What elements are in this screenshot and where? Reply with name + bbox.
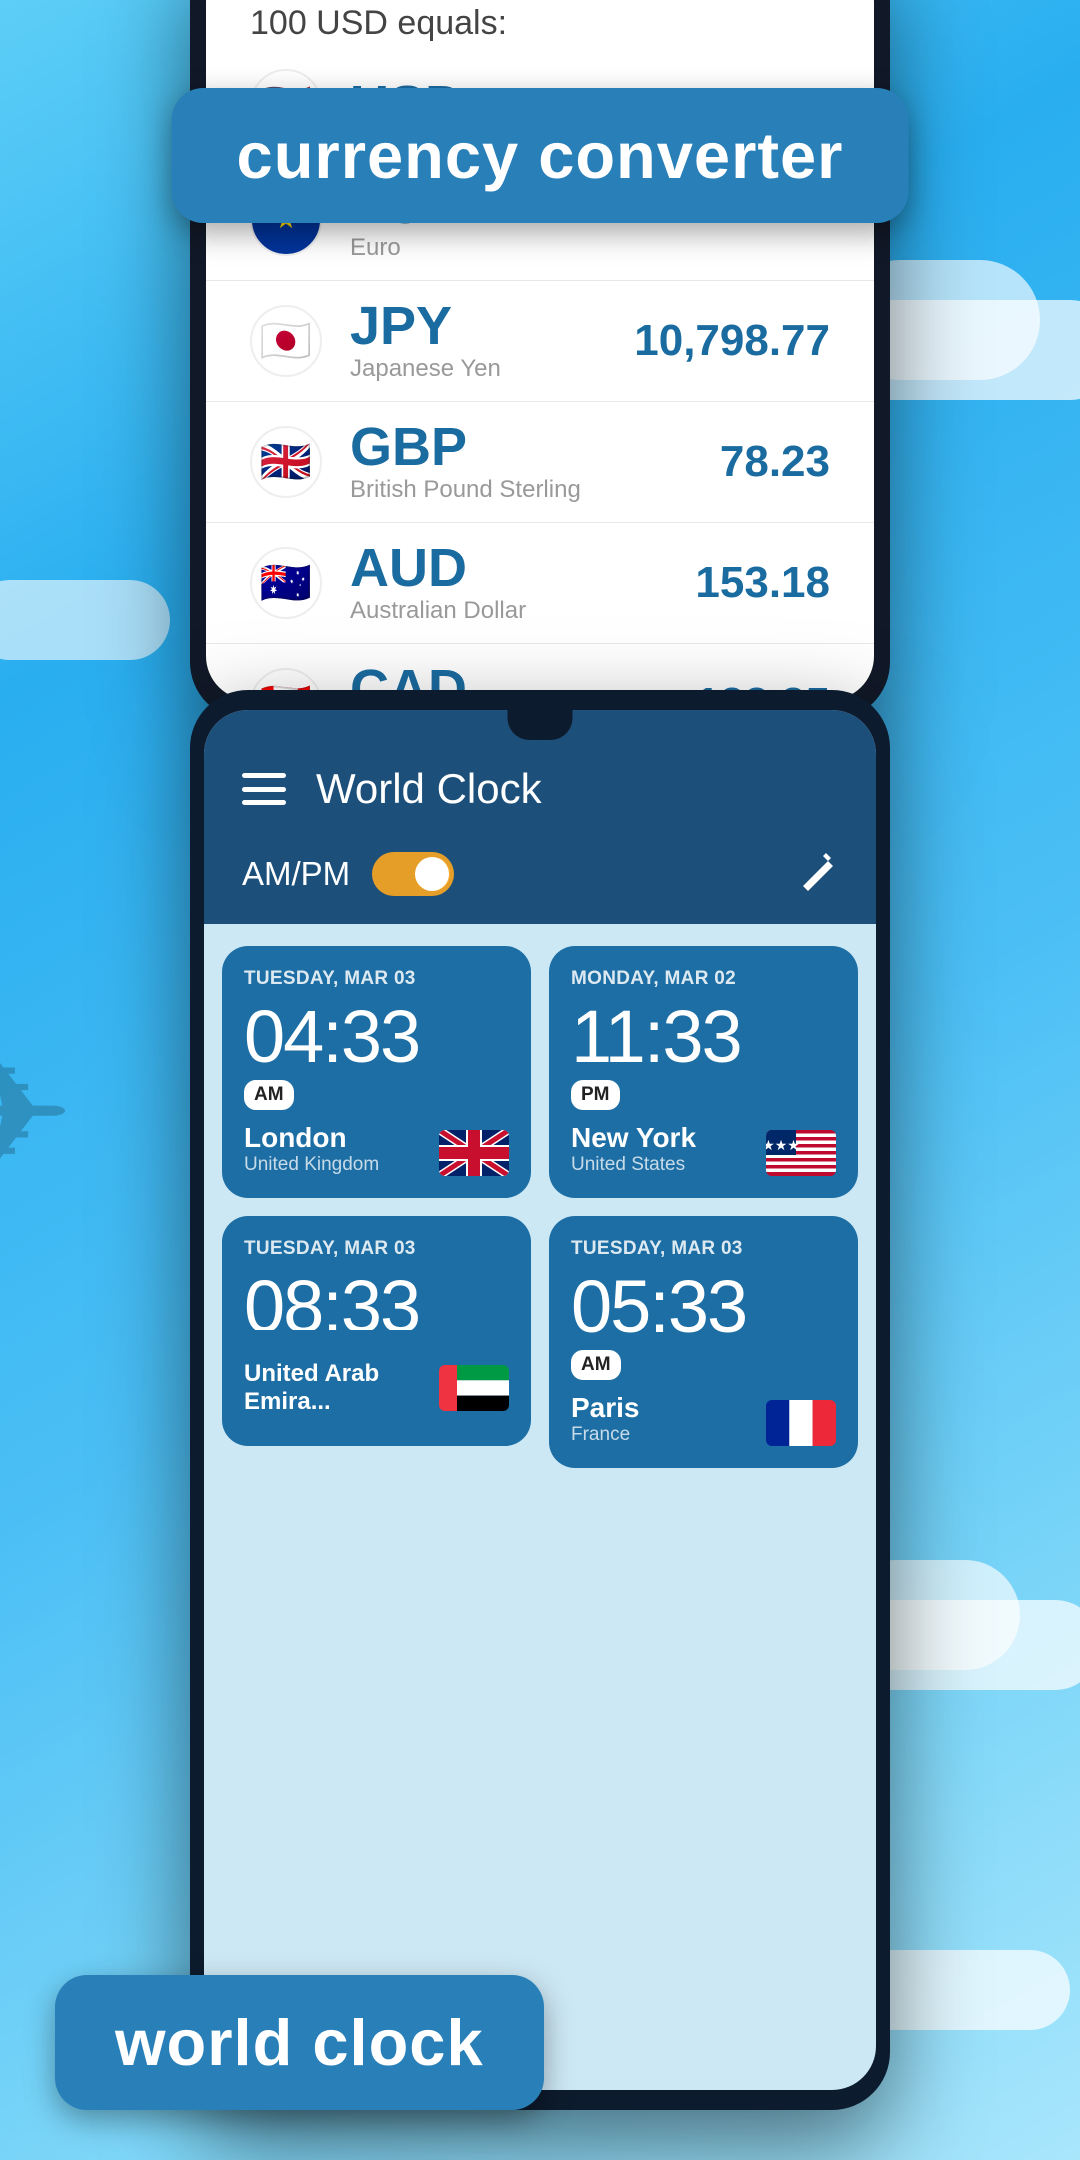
london-date: TUESDAY, MAR 03: [244, 968, 509, 990]
gbp-flag: 🇬🇧: [250, 426, 322, 498]
new-york-ampm-badge: PM: [571, 1080, 620, 1110]
paris-city-row: Paris France: [571, 1392, 836, 1446]
uk-flag: [439, 1130, 509, 1176]
uae-city-info: United Arab Emira...: [244, 1360, 439, 1416]
gbp-row[interactable]: 🇬🇧 GBP British Pound Sterling 78.23: [206, 402, 874, 523]
aud-flag: 🇦🇺: [250, 547, 322, 619]
london-ampm-badge: AM: [244, 1080, 294, 1110]
new-york-city-name: New York: [571, 1122, 696, 1154]
us-flag: ★★★: [766, 1130, 836, 1176]
paris-date: TUESDAY, MAR 03: [571, 1238, 836, 1260]
airplane-decoration: ✈: [0, 1020, 74, 1207]
new-york-country: United States: [571, 1154, 696, 1176]
hamburger-line-1: [242, 773, 286, 778]
new-york-city-info: New York United States: [571, 1122, 696, 1176]
jpy-info: JPY Japanese Yen: [350, 299, 634, 383]
new-york-city-row: New York United States: [571, 1122, 836, 1176]
world-clock-toolbar: AM/PM: [204, 835, 876, 924]
ampm-container: AM/PM: [242, 852, 454, 896]
paris-clock-card[interactable]: TUESDAY, MAR 03 05:33 AM Paris France: [549, 1216, 858, 1468]
svg-text:★★★: ★★★: [766, 1139, 800, 1154]
clock-grid: TUESDAY, MAR 03 04:33 AM London United K…: [204, 924, 876, 1490]
hundred-usd-label: 100 USD equals:: [250, 4, 830, 43]
pencil-icon: [798, 851, 838, 891]
uae-flag: [439, 1365, 509, 1411]
uae-city-row: United Arab Emira...: [244, 1360, 509, 1416]
eur-name: Euro: [350, 234, 830, 262]
aud-row[interactable]: 🇦🇺 AUD Australian Dollar 153.18: [206, 523, 874, 644]
new-york-date: MONDAY, MAR 02: [571, 968, 836, 990]
world-clock-label: world clock: [55, 1975, 544, 2110]
phone-2: World Clock AM/PM TUESD: [190, 690, 890, 2110]
jpy-code: JPY: [350, 299, 634, 353]
aud-value: 153.18: [695, 558, 830, 608]
uae-clock-card[interactable]: TUESDAY, MAR 03 08:33 United Arab Emira.…: [222, 1216, 531, 1446]
cloud-6: [0, 580, 170, 660]
uae-time: 08:33: [244, 1270, 509, 1330]
currency-converter-label-text: currency converter: [237, 119, 844, 192]
france-flag: [766, 1400, 836, 1446]
ampm-label: AM/PM: [242, 855, 350, 893]
london-clock-card[interactable]: TUESDAY, MAR 03 04:33 AM London United K…: [222, 946, 531, 1198]
london-city-name: London: [244, 1122, 379, 1154]
new-york-clock-card[interactable]: MONDAY, MAR 02 11:33 PM New York United …: [549, 946, 858, 1198]
paris-ampm-badge: AM: [571, 1350, 621, 1380]
phone-2-notch: [508, 710, 573, 740]
world-clock-app-title: World Clock: [316, 765, 542, 813]
gbp-code: GBP: [350, 420, 720, 474]
phone-2-screen: World Clock AM/PM TUESD: [204, 710, 876, 2090]
london-time: 04:33: [244, 1000, 509, 1074]
paris-city-info: Paris France: [571, 1392, 640, 1446]
jpy-flag: 🇯🇵: [250, 305, 322, 377]
currency-header: 100 USD equals:: [206, 0, 874, 51]
hamburger-menu-button[interactable]: [242, 773, 286, 805]
hamburger-line-2: [242, 787, 286, 792]
toggle-knob-front: [415, 857, 449, 891]
london-city-row: London United Kingdom: [244, 1122, 509, 1176]
uae-date: TUESDAY, MAR 03: [244, 1238, 509, 1260]
gbp-name: British Pound Sterling: [350, 476, 720, 504]
aud-code: AUD: [350, 541, 695, 595]
world-clock-label-text: world clock: [115, 2006, 484, 2079]
aud-info: AUD Australian Dollar: [350, 541, 695, 625]
jpy-name: Japanese Yen: [350, 355, 634, 383]
london-country: United Kingdom: [244, 1154, 379, 1176]
uae-city-name: United Arab Emira...: [244, 1360, 439, 1416]
gbp-value: 78.23: [720, 437, 830, 487]
paris-time: 05:33: [571, 1270, 836, 1344]
paris-city-name: Paris: [571, 1392, 640, 1424]
aud-name: Australian Dollar: [350, 597, 695, 625]
london-city-info: London United Kingdom: [244, 1122, 379, 1176]
edit-button[interactable]: [798, 851, 838, 896]
paris-country: France: [571, 1424, 640, 1446]
currency-converter-label: currency converter: [172, 88, 909, 223]
jpy-value: 10,798.77: [634, 316, 830, 366]
gbp-info: GBP British Pound Sterling: [350, 420, 720, 504]
jpy-row[interactable]: 🇯🇵 JPY Japanese Yen 10,798.77: [206, 281, 874, 402]
ampm-toggle[interactable]: [372, 852, 454, 896]
hamburger-line-3: [242, 800, 286, 805]
new-york-time: 11:33: [571, 1000, 836, 1074]
